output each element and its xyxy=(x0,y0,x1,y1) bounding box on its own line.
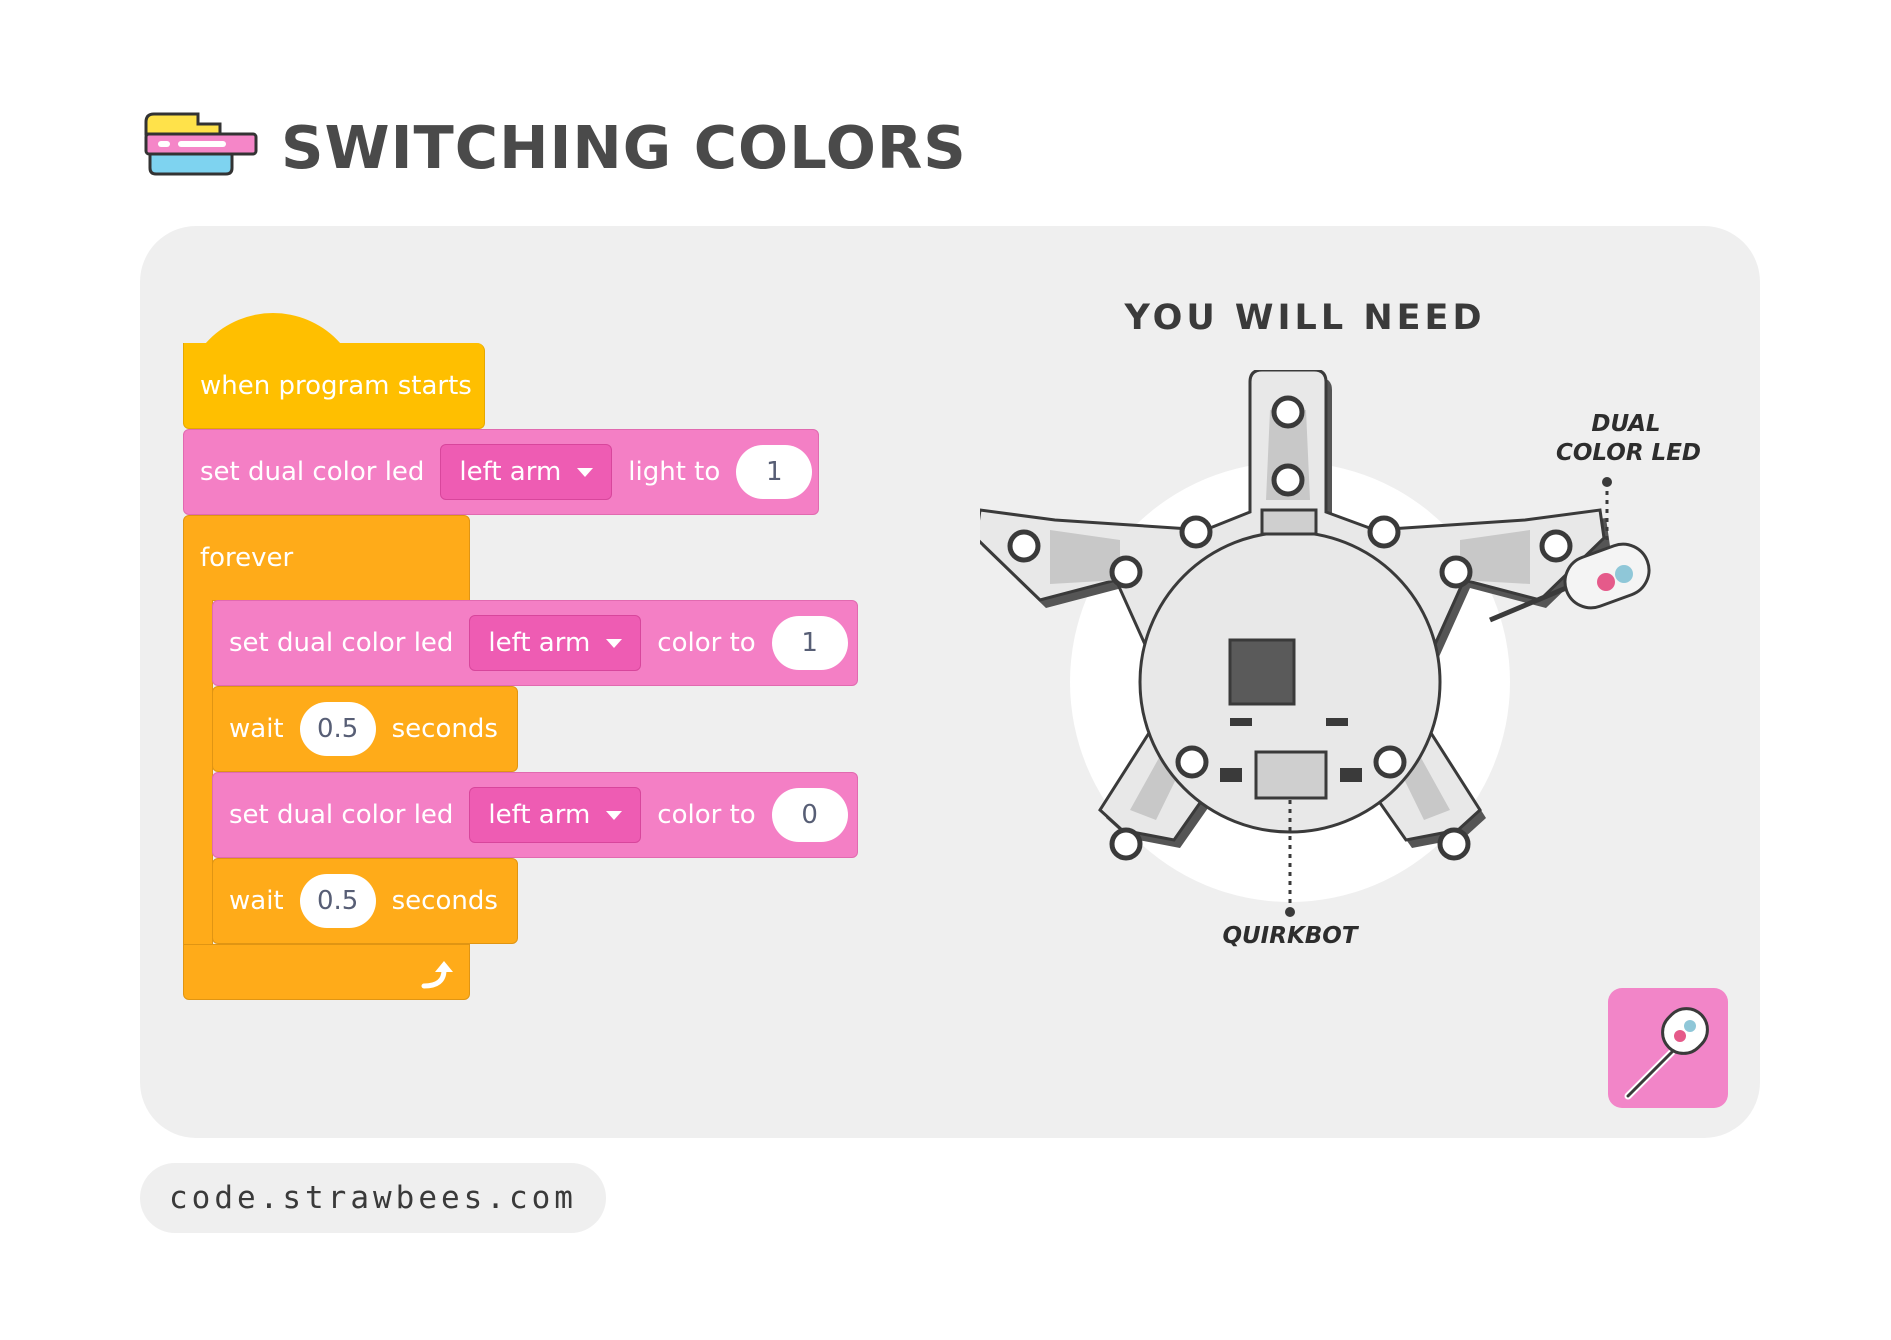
dropdown-value: left arm xyxy=(488,800,591,830)
when-program-starts-block[interactable]: when program starts xyxy=(183,343,485,429)
wait-block[interactable]: wait 0.5 seconds xyxy=(212,858,518,944)
block-label: seconds xyxy=(391,886,498,916)
block-label: forever xyxy=(200,543,294,573)
block-label: seconds xyxy=(391,714,498,744)
dropdown-value: left arm xyxy=(459,457,562,487)
forever-block-arm xyxy=(183,600,213,946)
dual-color-led-label: DUAL COLOR LED xyxy=(1556,410,1701,468)
requirements-title: YOU WILL NEED xyxy=(1124,298,1486,338)
led-label-line2: COLOR LED xyxy=(1556,440,1701,466)
block-label: set dual color led xyxy=(200,457,425,487)
led-target-dropdown[interactable]: left arm xyxy=(469,615,642,671)
block-label: when program starts xyxy=(200,370,472,401)
dropdown-value: left arm xyxy=(488,628,591,658)
set-led-light-block[interactable]: set dual color led left arm light to 1 xyxy=(183,429,819,515)
caret-down-icon xyxy=(606,638,623,648)
block-label: wait xyxy=(229,886,284,916)
wait-seconds-input[interactable]: 0.5 xyxy=(299,702,376,756)
led-badge xyxy=(1608,988,1728,1108)
led-icon xyxy=(1624,1007,1709,1100)
block-label: set dual color led xyxy=(229,628,454,658)
color-value-input[interactable]: 1 xyxy=(771,616,848,670)
color-value-input[interactable]: 0 xyxy=(771,788,848,842)
page-title: SWITCHING COLORS xyxy=(281,113,967,182)
quirkbot-label: QUIRKBOT xyxy=(1222,923,1358,949)
code-blocks-icon xyxy=(144,112,258,176)
wait-block[interactable]: wait 0.5 seconds xyxy=(212,686,518,772)
led-target-dropdown[interactable]: left arm xyxy=(440,444,613,500)
set-led-color-block[interactable]: set dual color led left arm color to 1 xyxy=(212,600,858,686)
forever-block[interactable]: forever xyxy=(183,515,470,601)
set-led-color-block[interactable]: set dual color led left arm color to 0 xyxy=(212,772,858,858)
light-value-input[interactable]: 1 xyxy=(736,445,813,499)
caret-down-icon xyxy=(577,467,594,477)
block-label: color to xyxy=(657,800,756,830)
block-label: wait xyxy=(229,714,284,744)
caret-down-icon xyxy=(606,810,623,820)
led-label-line1: DUAL xyxy=(1591,411,1661,437)
wait-seconds-input[interactable]: 0.5 xyxy=(299,874,376,928)
site-url[interactable]: code.strawbees.com xyxy=(140,1163,606,1233)
block-label: set dual color led xyxy=(229,800,454,830)
loop-arrow-icon xyxy=(421,961,453,989)
led-target-dropdown[interactable]: left arm xyxy=(469,787,642,843)
block-label: light to xyxy=(628,457,721,487)
block-label: color to xyxy=(657,628,756,658)
